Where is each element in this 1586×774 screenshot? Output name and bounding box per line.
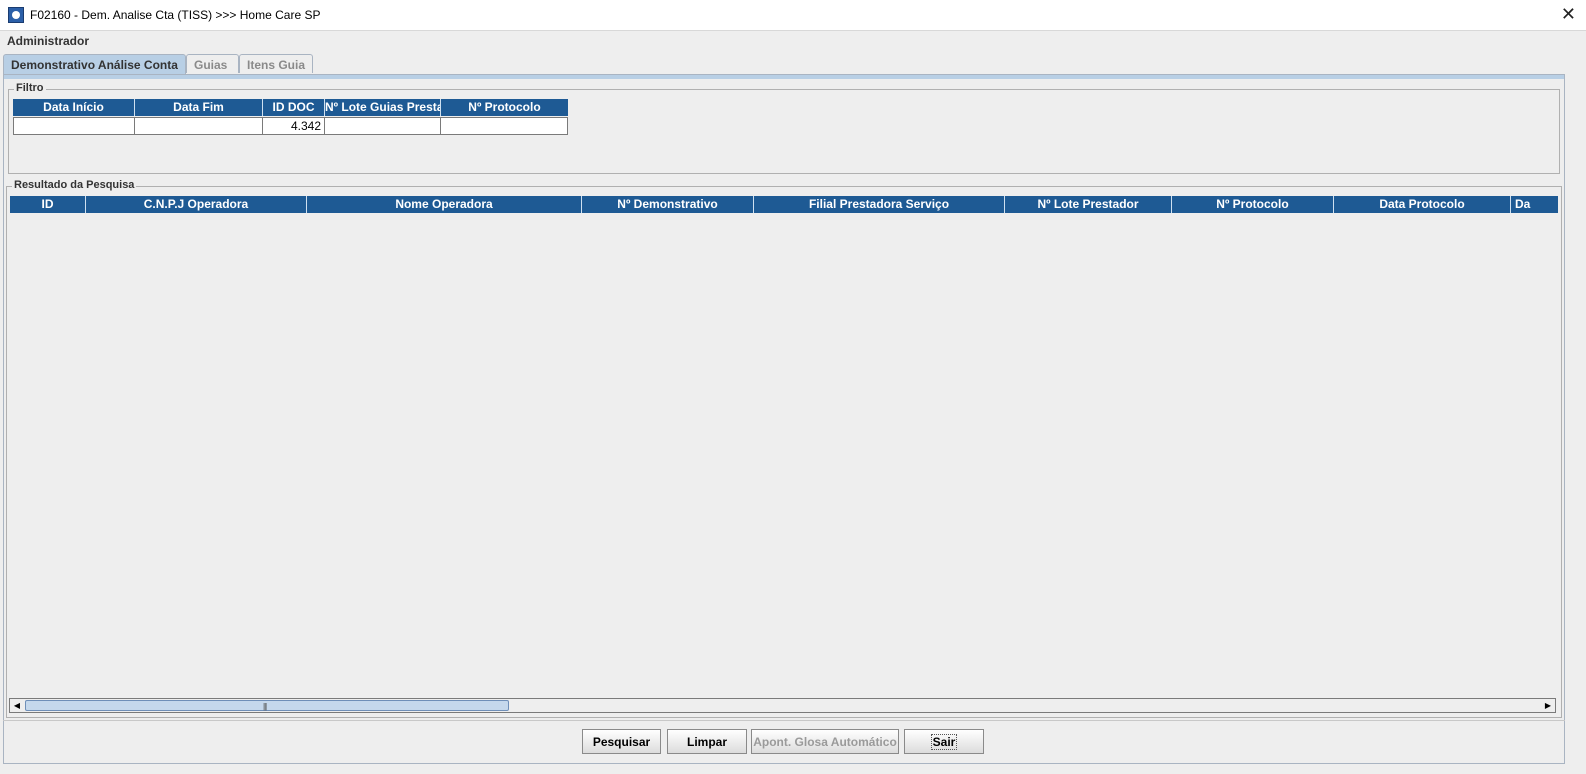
clear-button[interactable]: Limpar xyxy=(667,729,747,754)
results-group-label: Resultado da Pesquisa xyxy=(12,179,137,191)
data-inicio-field[interactable] xyxy=(14,118,135,134)
data-fim-field[interactable] xyxy=(135,118,263,134)
filter-input-row: 4.342 xyxy=(13,117,568,135)
results-group: Resultado da Pesquisa ID C.N.P.J Operado… xyxy=(6,179,1562,718)
filter-group-label: Filtro xyxy=(14,82,46,94)
scroll-right-icon[interactable]: ▶ xyxy=(1541,699,1555,712)
scroll-left-icon[interactable]: ◀ xyxy=(10,699,24,712)
tab-demonstrativo[interactable]: Demonstrativo Análise Conta xyxy=(3,54,186,75)
lote-guias-field[interactable] xyxy=(325,118,441,134)
auto-gloss-button[interactable]: Apont. Glosa Automático xyxy=(751,729,899,754)
close-icon[interactable]: ✕ xyxy=(1561,4,1576,24)
filter-group: Filtro Data Início Data Fim ID DOC Nº Lo… xyxy=(8,82,1560,174)
tab-panel: Filtro Data Início Data Fim ID DOC Nº Lo… xyxy=(3,74,1565,764)
results-col-demonstrativo[interactable]: Nº Demonstrativo xyxy=(582,196,754,213)
results-col-protocolo[interactable]: Nº Protocolo xyxy=(1172,196,1334,213)
exit-button-label: Sair xyxy=(930,733,958,750)
results-col-data-protocolo[interactable]: Data Protocolo xyxy=(1334,196,1511,213)
window-title: F02160 - Dem. Analise Cta (TISS) >>> Hom… xyxy=(30,8,321,22)
filter-col-id-doc[interactable]: ID DOC xyxy=(263,99,325,116)
results-col-filial[interactable]: Filial Prestadora Serviço xyxy=(754,196,1005,213)
search-button[interactable]: Pesquisar xyxy=(582,729,661,754)
results-col-cnpj[interactable]: C.N.P.J Operadora xyxy=(86,196,307,213)
scroll-grip-icon: ||| xyxy=(263,702,267,711)
button-bar: Pesquisar Limpar Apont. Glosa Automático… xyxy=(3,720,1565,764)
results-col-id[interactable]: ID xyxy=(10,196,86,213)
filter-col-lote-guias[interactable]: Nº Lote Guias Presta xyxy=(325,99,441,116)
filter-col-data-inicio[interactable]: Data Início xyxy=(13,99,135,116)
search-button-label: Pesquisar xyxy=(592,734,651,749)
filter-col-data-fim[interactable]: Data Fim xyxy=(135,99,263,116)
scroll-thumb[interactable]: ||| xyxy=(25,700,509,711)
tab-guias[interactable]: Guias xyxy=(186,54,239,73)
results-hscrollbar[interactable]: ◀ ||| ▶ xyxy=(9,698,1556,713)
results-grid-header: ID C.N.P.J Operadora Nome Operadora Nº D… xyxy=(10,196,1558,213)
tab-itens-guia[interactable]: Itens Guia xyxy=(239,54,313,73)
results-col-da[interactable]: Da xyxy=(1511,196,1558,213)
filter-col-protocolo[interactable]: Nº Protocolo xyxy=(441,99,568,116)
auto-gloss-button-label: Apont. Glosa Automático xyxy=(753,734,897,749)
window-titlebar: F02160 - Dem. Analise Cta (TISS) >>> Hom… xyxy=(0,0,1586,31)
results-col-nome-operadora[interactable]: Nome Operadora xyxy=(307,196,582,213)
results-col-lote-prestador[interactable]: Nº Lote Prestador xyxy=(1005,196,1172,213)
clear-button-label: Limpar xyxy=(686,734,727,749)
app-icon xyxy=(8,7,24,23)
filter-grid-header: Data Início Data Fim ID DOC Nº Lote Guia… xyxy=(13,99,568,116)
panel-accent xyxy=(4,75,1564,79)
exit-button[interactable]: Sair xyxy=(904,729,984,754)
id-doc-field[interactable]: 4.342 xyxy=(263,118,325,134)
user-label: Administrador xyxy=(7,34,90,48)
protocolo-field[interactable] xyxy=(441,118,567,134)
